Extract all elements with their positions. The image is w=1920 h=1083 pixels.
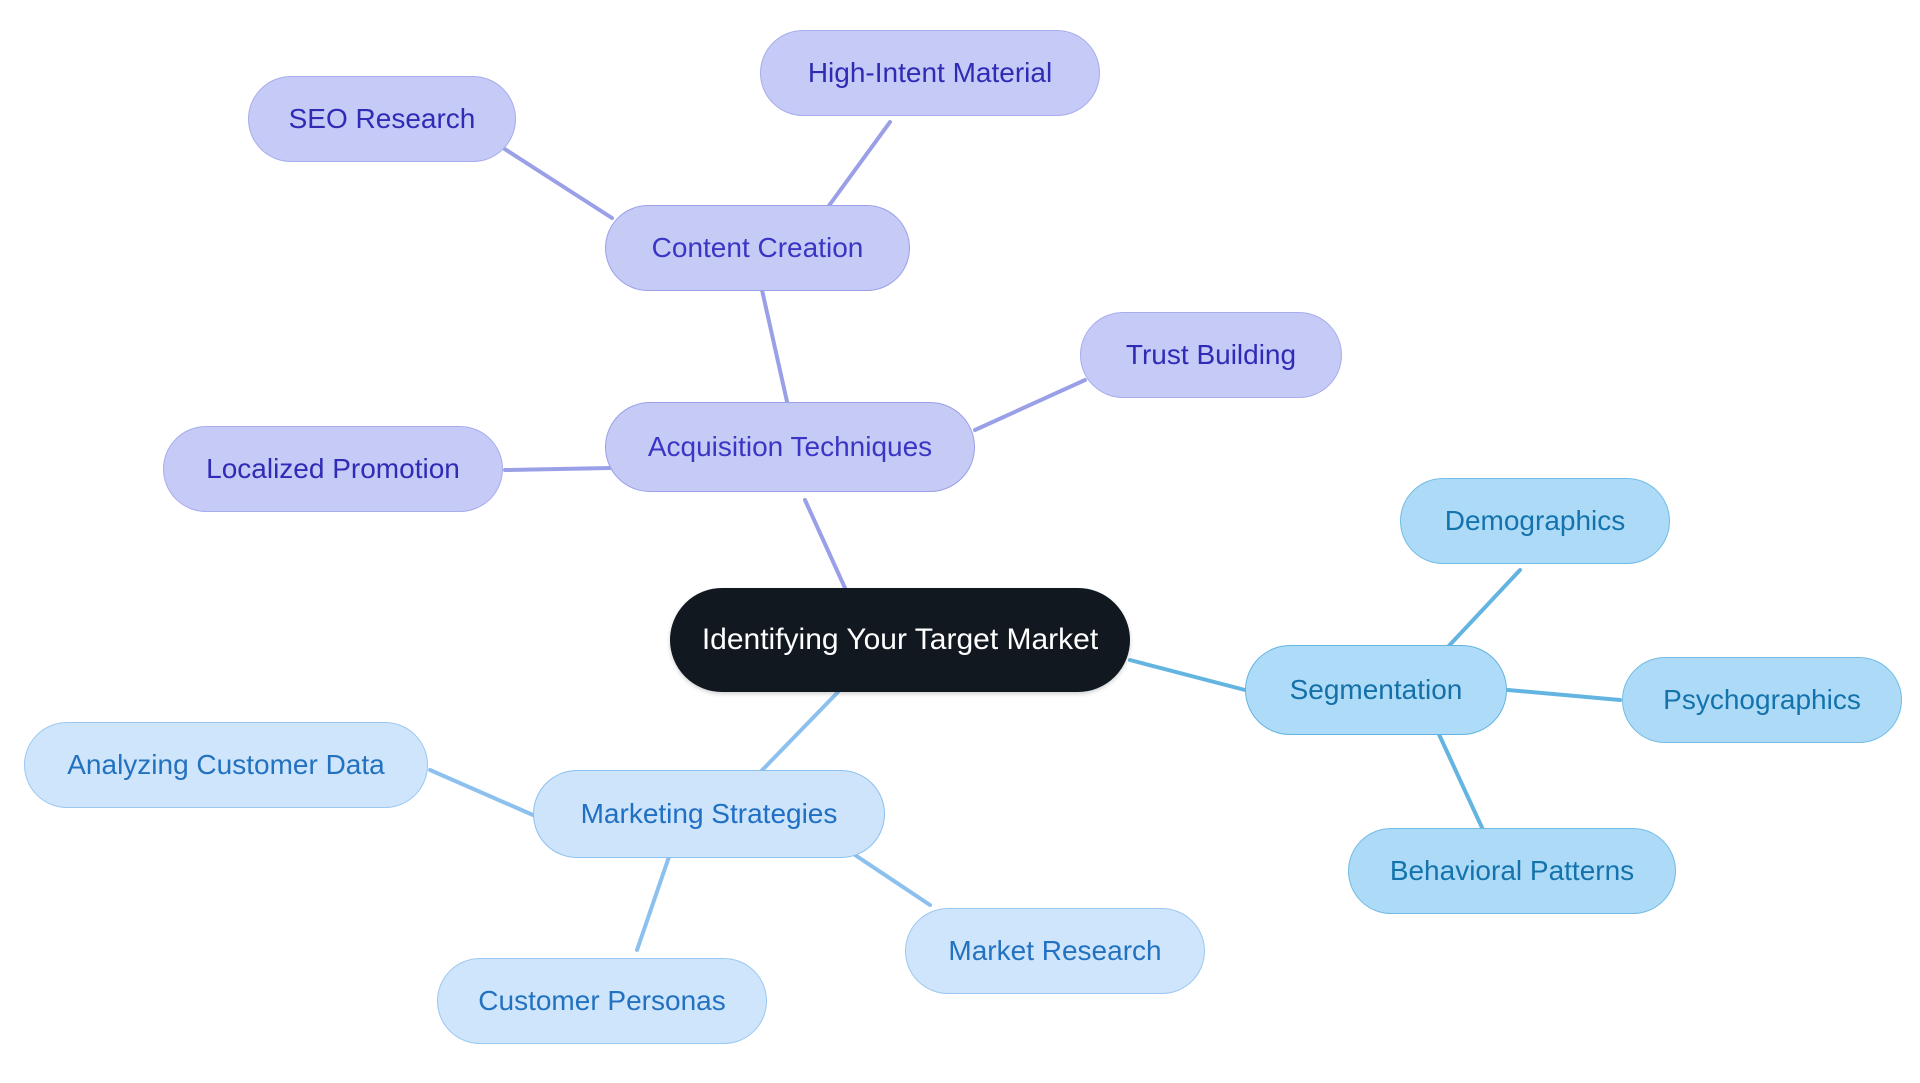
edge-content-creation-high-intent xyxy=(818,120,892,220)
node-marketing-strategies-label: Marketing Strategies xyxy=(580,798,838,829)
node-root[interactable]: Identifying Your Target Market xyxy=(670,588,1130,692)
node-seo-research[interactable]: SEO Research xyxy=(248,76,516,162)
edge-root-acquisition xyxy=(803,498,847,590)
node-segmentation-label: Segmentation xyxy=(1289,674,1463,705)
edge-content-creation-seo xyxy=(498,144,614,220)
node-segmentation[interactable]: Segmentation xyxy=(1245,645,1507,735)
node-trust-building-label: Trust Building xyxy=(1125,339,1297,370)
mindmap-canvas: Identifying Your Target Market Acquisiti… xyxy=(0,0,1920,1083)
node-market-research[interactable]: Market Research xyxy=(905,908,1205,994)
edge-segmentation-psychographics xyxy=(1506,688,1622,702)
node-behavioral-patterns[interactable]: Behavioral Patterns xyxy=(1348,828,1676,914)
node-customer-personas-label: Customer Personas xyxy=(478,985,726,1016)
node-localized-promotion[interactable]: Localized Promotion xyxy=(163,426,503,512)
edge-segmentation-demographics xyxy=(1443,568,1522,652)
node-trust-building[interactable]: Trust Building xyxy=(1080,312,1342,398)
edge-acquisition-localized-promotion xyxy=(503,466,612,472)
node-psychographics-label: Psychographics xyxy=(1663,684,1861,715)
edge-marketing-analyzing-data xyxy=(428,768,535,817)
node-high-intent-material-label: High-Intent Material xyxy=(807,57,1053,88)
node-acquisition-techniques-label: Acquisition Techniques xyxy=(647,431,933,462)
node-analyzing-customer-data[interactable]: Analyzing Customer Data xyxy=(24,722,428,808)
node-content-creation-label: Content Creation xyxy=(651,232,864,263)
node-customer-personas[interactable]: Customer Personas xyxy=(437,958,767,1044)
node-localized-promotion-label: Localized Promotion xyxy=(206,453,460,484)
node-high-intent-material[interactable]: High-Intent Material xyxy=(760,30,1100,116)
node-psychographics[interactable]: Psychographics xyxy=(1622,657,1902,743)
node-marketing-strategies[interactable]: Marketing Strategies xyxy=(533,770,885,858)
node-content-creation[interactable]: Content Creation xyxy=(605,205,910,291)
node-demographics-label: Demographics xyxy=(1444,505,1626,536)
node-market-research-label: Market Research xyxy=(948,935,1162,966)
node-root-label: Identifying Your Target Market xyxy=(701,623,1099,656)
node-acquisition-techniques[interactable]: Acquisition Techniques xyxy=(605,402,975,492)
node-demographics[interactable]: Demographics xyxy=(1400,478,1670,564)
edge-acquisition-trust-building xyxy=(973,378,1087,432)
edge-marketing-market-research xyxy=(853,853,932,907)
node-behavioral-patterns-label: Behavioral Patterns xyxy=(1389,855,1635,886)
node-seo-research-label: SEO Research xyxy=(288,103,476,134)
edge-marketing-customer-personas xyxy=(635,846,674,952)
node-analyzing-customer-data-label: Analyzing Customer Data xyxy=(67,749,385,780)
edge-root-segmentation xyxy=(1128,658,1247,692)
edge-acquisition-content-creation xyxy=(760,288,792,417)
